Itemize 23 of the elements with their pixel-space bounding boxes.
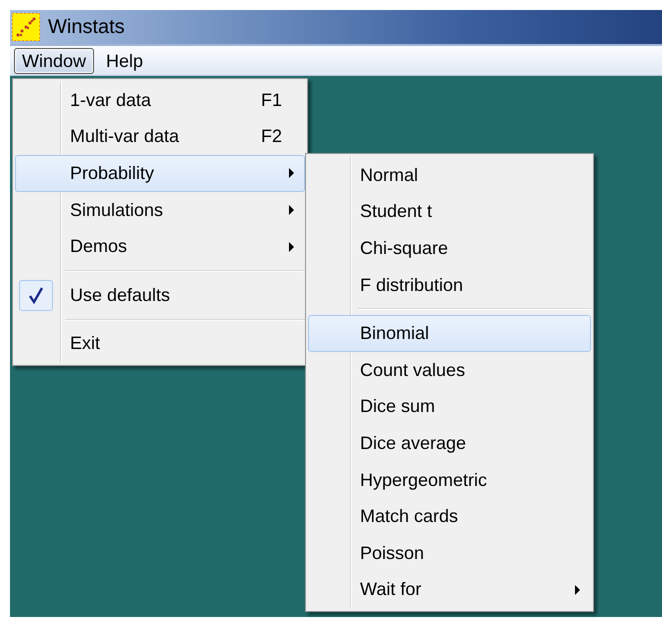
menu-item[interactable]: Simulations <box>15 192 305 228</box>
menu-item[interactable]: Use defaults <box>15 276 305 314</box>
window-title: Winstats <box>48 15 125 40</box>
menu-item[interactable]: Multi-var data F2 <box>15 118 305 156</box>
app-icon <box>12 13 40 41</box>
menu-item[interactable]: Student t <box>308 194 591 230</box>
menu-item[interactable]: Demos <box>15 228 305 265</box>
menu-item[interactable]: Chi-square <box>308 230 591 267</box>
menu-bar-item[interactable]: Window <box>14 48 94 74</box>
menu-item[interactable]: Poisson <box>308 534 591 572</box>
menu-item[interactable]: Dice sum <box>308 388 591 426</box>
menu-bar-item[interactable]: Help <box>98 48 152 74</box>
menu-item[interactable]: Exit <box>15 326 305 362</box>
menu-item[interactable]: Binomial <box>308 315 591 352</box>
menu-item[interactable]: 1-var data F1 <box>15 82 305 119</box>
menu-item[interactable]: Dice average <box>308 425 591 462</box>
menu-item[interactable]: F distribution <box>308 266 591 304</box>
menu-item[interactable]: Probability <box>15 155 305 192</box>
menu-item[interactable]: Count values <box>308 352 591 389</box>
menu-item[interactable]: Wait for <box>308 572 591 608</box>
menu-item[interactable]: Normal <box>308 157 591 194</box>
menu-item[interactable]: Match cards <box>308 498 591 535</box>
menu-item[interactable]: Hypergeometric <box>308 462 591 498</box>
